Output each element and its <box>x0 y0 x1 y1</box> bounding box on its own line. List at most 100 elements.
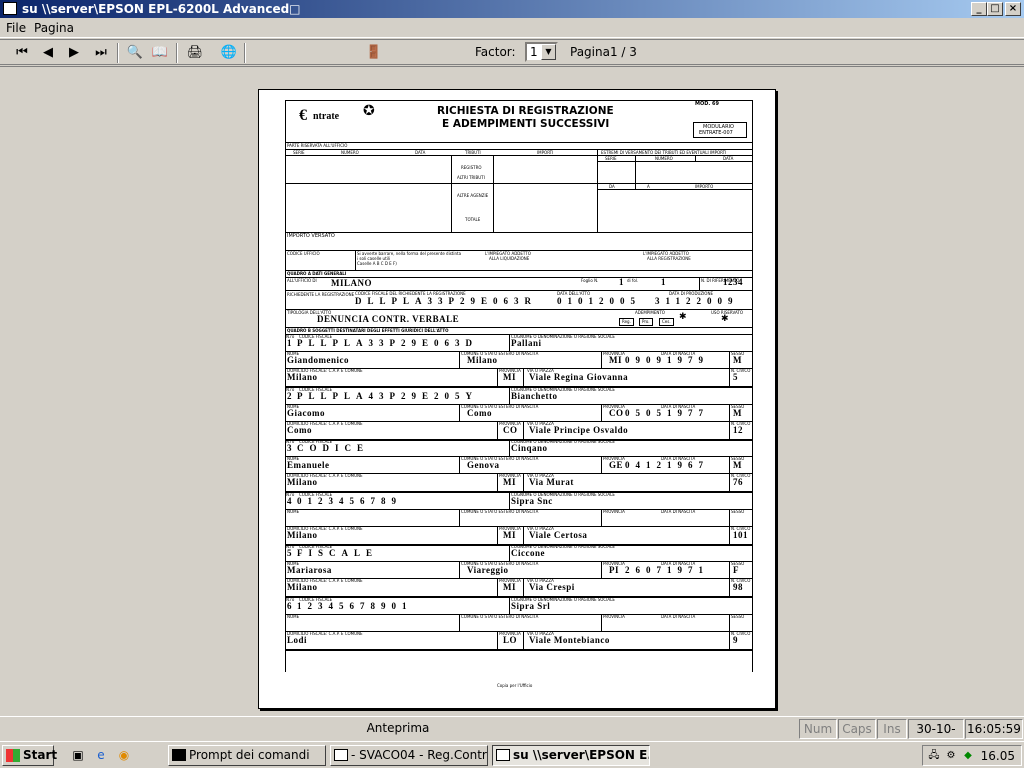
subject-via: Viale Regina Giovanna <box>529 372 629 382</box>
next-page-icon[interactable]: ▶ <box>64 43 84 63</box>
status-date: 30-10-2015 <box>908 719 964 739</box>
subject-cf: CODICE <box>297 443 370 453</box>
subject-civico: 12 <box>733 424 743 435</box>
toolbar-separator <box>117 43 119 63</box>
last-page-icon[interactable]: ⏭ <box>91 43 111 63</box>
codice-ufficio-label: CODICE UFFICIO <box>287 251 320 256</box>
two-pages-icon[interactable]: 📖 <box>150 43 170 63</box>
subject-via: Via Murat <box>529 477 574 487</box>
window-title: su \\server\EPSON EPL-6200L Advanced□ <box>22 2 301 16</box>
factor-value: 1 <box>530 45 538 59</box>
section-ufficio: PARTE RISERVATA ALL'UFFICIO <box>287 143 348 148</box>
di-value: 1 <box>661 277 666 287</box>
subject-domicilio: Como <box>287 424 312 435</box>
subject-cf: 12345678901 <box>297 600 413 611</box>
totale-label: TOTALE <box>465 217 481 222</box>
status-bar: Anteprima Num Caps Ins 30-10-2015 16:05:… <box>0 716 1024 740</box>
subject-dom-prov: MI <box>503 372 516 382</box>
antivirus-icon[interactable]: ◆ <box>960 748 976 763</box>
subject-via: Viale Certosa <box>529 529 588 540</box>
app-icon[interactable] <box>3 2 17 15</box>
di-label: di fol. <box>627 278 639 283</box>
subject-comune: Genova <box>467 460 500 470</box>
emblem-icon: ✪ <box>363 103 375 119</box>
subject-number: 4 <box>287 495 292 506</box>
subject-cf: 0123456789 <box>297 495 402 506</box>
subject-comune: Milano <box>467 355 498 365</box>
adempimento-pro: Pro. <box>639 318 653 326</box>
zoom-icon[interactable]: 🔍 <box>125 43 145 63</box>
mod-number: MOD. 69 <box>695 101 719 107</box>
subject-data-nascita: 09091979 <box>625 355 709 365</box>
data-prod-value: 31122009 <box>655 296 739 306</box>
richiedente-label: RICHIEDENTE LA REGISTRAZIONE <box>287 292 355 297</box>
task-label: su \\server\EPSON E... <box>513 748 650 762</box>
print-icon[interactable]: 🖨 <box>185 43 205 63</box>
chevron-down-icon[interactable]: ▼ <box>541 44 556 60</box>
system-tray: 🖧 ⚙ ◆ 16.05 <box>922 745 1022 766</box>
export-icon[interactable]: 🌐 <box>219 43 239 63</box>
foglio-value: 1 <box>619 277 624 287</box>
window-icon <box>334 749 348 761</box>
toolbar: ⏮ ◀ ▶ ⏭ 🔍 📖 🖨 🌐 🚪 Factor: 1 ▼ Pagina1 / … <box>0 39 1024 65</box>
subject-dom-prov: LO <box>503 634 518 645</box>
subject-number: 2 <box>287 390 292 401</box>
registro-label: REGISTRO <box>461 165 482 170</box>
caselle-note-3: Caselle A B C D E F) <box>357 261 397 266</box>
hdr-nome: NOME <box>287 508 300 514</box>
maximize-button[interactable]: □ <box>987 2 1003 16</box>
task-prompt[interactable]: Prompt dei comandi <box>168 745 326 766</box>
exit-icon[interactable]: 🚪 <box>364 43 384 63</box>
quadro-b-label: QUADRO B SOGGETTI DESTINATARI DEGLI EFFE… <box>287 328 449 333</box>
show-desktop-icon[interactable]: ▣ <box>70 747 86 763</box>
hdr-prov: PROVINCIA <box>603 508 625 514</box>
media-player-icon[interactable]: ◉ <box>116 747 132 763</box>
subject-dom-prov: MI <box>503 477 516 487</box>
hdr-data-nascita: DATA DI NASCITA <box>661 508 696 514</box>
check-mark-icon: ✱ <box>721 314 729 324</box>
preview-area[interactable]: € ntrate ✪ RICHIESTA DI REGISTRAZIONE E … <box>0 66 1024 716</box>
security-icon[interactable]: ⚙ <box>943 748 959 763</box>
subject-cognome: Sipra Srl <box>511 600 551 611</box>
subject-sesso: F <box>733 565 739 575</box>
hdr-prov: PROVINCIA <box>603 613 625 619</box>
previous-page-icon[interactable]: ◀ <box>38 43 58 63</box>
toolbar-separator <box>244 43 246 63</box>
altri-tributi-label: ALTRI TRIBUTI <box>457 175 485 180</box>
subject-cognome: Ciccone <box>511 548 545 558</box>
subject-cognome: Sipra Snc <box>511 495 553 506</box>
status-num: Num <box>799 719 837 739</box>
importo-versato-label: IMPORTO VERSATO <box>287 233 335 239</box>
ufficio-value: MILANO <box>331 278 372 288</box>
menu-file[interactable]: File <box>6 21 26 35</box>
network-icon[interactable]: 🖧 <box>926 748 942 763</box>
start-button[interactable]: Start <box>2 745 57 766</box>
subject-cf: FISCALE <box>297 548 379 558</box>
subject-data-nascita: 04121967 <box>625 460 709 470</box>
internet-explorer-icon[interactable]: e <box>93 747 109 763</box>
tray-clock[interactable]: 16.05 <box>981 749 1015 763</box>
subject-prov: MI <box>609 355 622 365</box>
adempimento-label: ADEMPIMENTO <box>635 310 665 315</box>
logo-e-icon: € <box>299 107 307 124</box>
taskbar: Start ▣ e ◉ Prompt dei comandi - SVACO04… <box>0 741 1024 768</box>
tipologia-value: DENUNCIA CONTR. VERBALE <box>317 314 460 324</box>
hdr-comune-nascita: COMUNE O STATO ESTERO DI NASCITA <box>461 613 539 619</box>
subject-civico: 76 <box>733 477 743 487</box>
logo-text: ntrate <box>313 111 340 122</box>
subject-via: Viale Principe Osvaldo <box>529 424 629 435</box>
subject-domicilio: Milano <box>287 529 318 540</box>
task-epson-preview[interactable]: su \\server\EPSON E... <box>492 745 650 766</box>
subject-prov: PI <box>609 565 619 575</box>
factor-select[interactable]: 1 ▼ <box>525 42 558 62</box>
close-button[interactable]: × <box>1005 2 1021 16</box>
menu-pagina[interactable]: Pagina <box>34 21 74 35</box>
form-title-line2: E ADEMPIMENTI SUCCESSIVI <box>442 118 610 130</box>
subject-domicilio: Milano <box>287 477 318 487</box>
minimize-button[interactable]: _ <box>971 2 987 16</box>
subject-prov: CO <box>609 407 624 418</box>
first-page-icon[interactable]: ⏮ <box>12 43 32 63</box>
task-svaco04[interactable]: - SVACO04 - Reg.Contr.... <box>330 745 488 766</box>
subject-cognome: Bianchetto <box>511 390 558 401</box>
status-mode: Anteprima <box>366 721 430 735</box>
